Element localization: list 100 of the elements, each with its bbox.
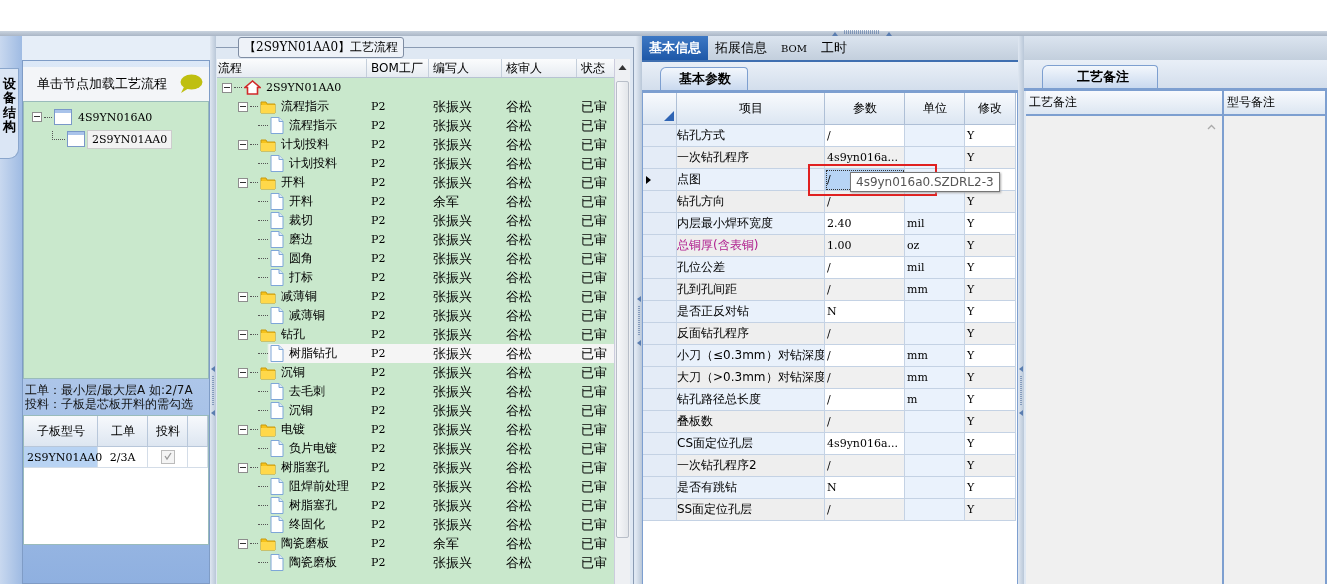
collapse-toggle[interactable] (238, 291, 248, 302)
tree-label[interactable]: 圆角 (289, 250, 313, 267)
column-header[interactable]: 参数 (825, 93, 905, 125)
collapse-toggle[interactable] (32, 112, 42, 122)
table-cell[interactable]: / (825, 279, 905, 301)
collapse-toggle[interactable] (238, 462, 248, 473)
tree-label[interactable]: 陶瓷磨板 (289, 554, 337, 571)
checkbox[interactable] (160, 450, 175, 464)
table-cell[interactable]: / (825, 499, 905, 521)
tree-label[interactable]: 终固化 (289, 516, 325, 533)
tree-row[interactable]: 树脂塞孔 P2 张振兴 谷松 已审 (217, 496, 615, 515)
column-header[interactable]: 修改 (965, 93, 1016, 125)
tree-node[interactable]: 2S9YN01AA0 (87, 129, 173, 149)
scrollbar-thumb[interactable] (616, 81, 629, 538)
column-header[interactable]: 单位 (905, 93, 965, 125)
tree-row[interactable]: 圆角 P2 张振兴 谷松 已审 (217, 249, 615, 268)
table-cell[interactable]: 1.00 (825, 235, 905, 257)
tree-label[interactable]: 磨边 (289, 231, 313, 248)
tree-label[interactable]: 计划投料 (281, 136, 329, 153)
tree-label[interactable]: 陶瓷磨板 (281, 535, 329, 552)
column-header[interactable] (643, 93, 677, 125)
tab[interactable]: 工艺备注 (1042, 65, 1158, 88)
table-cell[interactable]: / (825, 367, 905, 389)
splitter-grip-icon[interactable] (1018, 366, 1024, 416)
tree-label[interactable]: 2S9YN01AA0 (266, 81, 342, 94)
tree-label[interactable]: 电镀 (281, 421, 305, 438)
collapse-toggle[interactable] (238, 177, 248, 188)
tree-label[interactable]: 沉铜 (289, 402, 313, 419)
collapse-toggle[interactable] (238, 367, 248, 378)
tab[interactable]: BOM (774, 36, 814, 60)
column-header[interactable]: BOM工厂 (367, 59, 429, 77)
tree-label[interactable]: 裁切 (289, 212, 313, 229)
tree-row[interactable]: 去毛刺 P2 张振兴 谷松 已审 (217, 382, 615, 401)
tree-row[interactable]: 流程指示 P2 张振兴 谷松 已审 (217, 116, 615, 135)
tree-label[interactable]: 去毛刺 (289, 383, 325, 400)
tree-row[interactable]: 开料 P2 余军 谷松 已审 (217, 192, 615, 211)
collapse-toggle[interactable] (238, 101, 248, 112)
column-header[interactable]: 核审人 (502, 59, 577, 77)
tree-label[interactable]: 减薄铜 (281, 288, 317, 305)
tree-row[interactable]: 陶瓷磨板 P2 张振兴 谷松 已审 (217, 553, 615, 572)
text-area[interactable] (1224, 116, 1327, 584)
table-cell[interactable]: / (825, 455, 905, 477)
tree-row[interactable]: 电镀 P2 张振兴 谷松 已审 (217, 420, 615, 439)
tree-row[interactable]: 树脂塞孔 P2 张振兴 谷松 已审 (217, 458, 615, 477)
tree-label[interactable]: 计划投料 (289, 155, 337, 172)
row-header[interactable] (643, 169, 677, 191)
tree-row[interactable]: 开料 P2 张振兴 谷松 已审 (217, 173, 615, 192)
column-header[interactable]: 编写人 (429, 59, 502, 77)
column-header[interactable]: 工单 (98, 416, 148, 447)
tree-row[interactable]: 计划投料 P2 张振兴 谷松 已审 (217, 154, 615, 173)
table-cell[interactable]: / (825, 411, 905, 433)
tree-row[interactable]: 减薄铜 P2 张振兴 谷松 已审 (217, 287, 615, 306)
speech-bubble-icon[interactable] (179, 74, 203, 94)
column-header[interactable]: 项目 (677, 93, 825, 125)
tree-row[interactable]: 2S9YN01AA0 (217, 78, 615, 97)
column-header[interactable]: 子板型号 (24, 416, 98, 447)
tree-label[interactable]: 树脂钻孔 (289, 345, 337, 362)
splitter-grip-icon[interactable] (210, 366, 216, 416)
tree-row[interactable]: 沉铜 P2 张振兴 谷松 已审 (217, 363, 615, 382)
collapse-toggle[interactable] (238, 538, 248, 549)
tree-label[interactable]: 开料 (289, 193, 313, 210)
tree-row[interactable]: 阻焊前处理 P2 张振兴 谷松 已审 (217, 477, 615, 496)
tree-row[interactable]: 打标 P2 张振兴 谷松 已审 (217, 268, 615, 287)
collapse-toggle[interactable] (238, 329, 248, 340)
tree-label[interactable]: 沉铜 (281, 364, 305, 381)
tree-node[interactable]: 4S9YN016A0 (74, 108, 157, 126)
tree-label[interactable]: 开料 (281, 174, 305, 191)
tree-row[interactable]: 终固化 P2 张振兴 谷松 已审 (217, 515, 615, 534)
tree-label[interactable]: 负片电镀 (289, 440, 337, 457)
column-header[interactable]: 投料 (148, 416, 188, 447)
tree-label[interactable]: 钻孔 (281, 326, 305, 343)
tree-row[interactable]: 减薄铜 P2 张振兴 谷松 已审 (217, 306, 615, 325)
collapse-toggle[interactable] (238, 139, 248, 150)
sort-corner-icon[interactable] (664, 111, 674, 121)
tree-row[interactable]: 计划投料 P2 张振兴 谷松 已审 (217, 135, 615, 154)
collapse-toggle[interactable] (222, 82, 232, 93)
tab[interactable]: 基本参数 (660, 67, 748, 90)
splitter-grip-icon[interactable] (830, 28, 894, 37)
tree-label[interactable]: 树脂塞孔 (289, 497, 337, 514)
tree-label[interactable]: 流程指示 (289, 117, 337, 134)
tree-row[interactable]: 流程指示 P2 张振兴 谷松 已审 (217, 97, 615, 116)
tree-label[interactable]: 流程指示 (281, 98, 329, 115)
tree-label[interactable]: 打标 (289, 269, 313, 286)
table-cell[interactable]: / (825, 323, 905, 345)
column-header[interactable]: 流程 (217, 59, 367, 77)
tree-row[interactable]: 负片电镀 P2 张振兴 谷松 已审 (217, 439, 615, 458)
splitter-grip-icon[interactable] (636, 296, 642, 346)
tree-row[interactable]: 沉铜 P2 张振兴 谷松 已审 (217, 401, 615, 420)
tab[interactable]: 拓展信息 (708, 36, 774, 60)
tree-row[interactable]: 磨边 P2 张振兴 谷松 已审 (217, 230, 615, 249)
tree-label[interactable]: 树脂塞孔 (281, 459, 329, 476)
tree-row[interactable]: 裁切 P2 张振兴 谷松 已审 (217, 211, 615, 230)
tree-row[interactable]: 陶瓷磨板 P2 余军 谷松 已审 (217, 534, 615, 553)
tree-row[interactable]: 钻孔 P2 张振兴 谷松 已审 (217, 325, 615, 344)
tree-label[interactable]: 减薄铜 (289, 307, 325, 324)
table-cell[interactable]: 4s9yn016a... (825, 147, 905, 169)
tree-label[interactable]: 阻焊前处理 (289, 478, 349, 495)
tab[interactable]: 基本信息 (642, 36, 708, 60)
vertical-tab[interactable]: 设备结构 (0, 68, 19, 160)
tab[interactable]: 工时 (814, 36, 854, 60)
